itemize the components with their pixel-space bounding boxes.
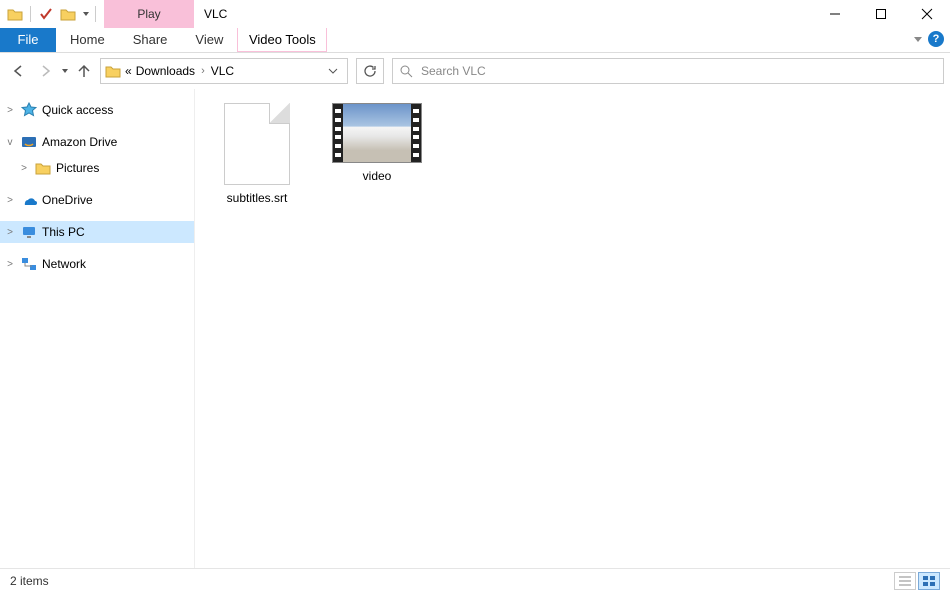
expander-icon[interactable]: > [4, 195, 16, 206]
folder-icon[interactable] [6, 5, 24, 23]
up-button[interactable] [72, 59, 96, 83]
quick-access-toolbar [0, 0, 104, 28]
expander-icon[interactable]: > [4, 105, 16, 116]
properties-icon[interactable] [37, 5, 55, 23]
file-name: subtitles.srt [227, 191, 288, 205]
back-button[interactable] [6, 59, 30, 83]
tree-item-pictures[interactable]: > Pictures [0, 157, 194, 179]
window-controls [812, 0, 950, 28]
view-mode-buttons [894, 572, 940, 590]
expander-icon[interactable]: > [4, 227, 16, 238]
cloud-icon [20, 192, 38, 208]
tree-item-this-pc[interactable]: > This PC [0, 221, 194, 243]
title-bar: Play VLC [0, 0, 950, 28]
star-icon [20, 102, 38, 118]
history-dropdown-icon[interactable] [62, 69, 68, 73]
tab-share[interactable]: Share [119, 28, 182, 52]
ribbon-collapse-icon[interactable] [914, 37, 922, 42]
expander-icon[interactable]: > [4, 259, 16, 270]
search-icon [399, 64, 413, 78]
file-name: video [363, 169, 392, 183]
breadcrumb-prefix: « [125, 64, 132, 78]
expander-icon[interactable]: v [4, 137, 16, 148]
qat-dropdown-icon[interactable] [83, 12, 89, 16]
tree-item-amazon-drive[interactable]: v Amazon Drive [0, 131, 194, 153]
tree-item-quick-access[interactable]: > Quick access [0, 99, 194, 121]
minimize-button[interactable] [812, 0, 858, 28]
tree-item-network[interactable]: > Network [0, 253, 194, 275]
new-folder-icon[interactable] [59, 5, 77, 23]
tree-label: This PC [42, 225, 85, 239]
file-tab[interactable]: File [0, 28, 56, 52]
icons-view-button[interactable] [918, 572, 940, 590]
forward-button[interactable] [34, 59, 58, 83]
separator [95, 6, 96, 22]
status-bar: 2 items [0, 568, 950, 592]
address-actions [323, 60, 343, 82]
close-button[interactable] [904, 0, 950, 28]
refresh-button[interactable] [356, 58, 384, 84]
chevron-right-icon[interactable]: › [201, 65, 205, 77]
drive-icon [20, 134, 38, 150]
document-icon [224, 103, 290, 185]
tree-label: OneDrive [42, 193, 93, 207]
tab-home[interactable]: Home [56, 28, 119, 52]
tab-view[interactable]: View [181, 28, 237, 52]
tree-label: Network [42, 257, 86, 271]
main-area: > Quick access v Amazon Drive > Pictures… [0, 89, 950, 568]
navigation-tree: > Quick access v Amazon Drive > Pictures… [0, 89, 195, 568]
help-icon[interactable]: ? [928, 31, 944, 47]
search-box[interactable] [392, 58, 944, 84]
file-item-video[interactable]: video [329, 103, 425, 183]
file-list[interactable]: subtitles.srt video [195, 89, 950, 568]
separator [30, 6, 31, 22]
ribbon-tabs: File Home Share View Video Tools ? [0, 28, 950, 53]
tree-item-onedrive[interactable]: > OneDrive [0, 189, 194, 211]
pc-icon [20, 224, 38, 240]
video-icon [332, 103, 422, 163]
tree-label: Amazon Drive [42, 135, 117, 149]
breadcrumb[interactable]: Downloads [136, 64, 195, 78]
folder-icon [34, 160, 52, 176]
status-text: 2 items [10, 574, 49, 588]
search-input[interactable] [419, 63, 937, 79]
address-box[interactable]: « Downloads › VLC [100, 58, 348, 84]
window-title: VLC [194, 0, 812, 28]
breadcrumb[interactable]: VLC [211, 64, 234, 78]
ribbon-right: ? [914, 31, 944, 47]
folder-icon [105, 64, 121, 78]
tab-video-tools[interactable]: Video Tools [237, 28, 327, 52]
maximize-button[interactable] [858, 0, 904, 28]
network-icon [20, 256, 38, 272]
expander-icon[interactable]: > [18, 163, 30, 174]
file-item-subtitles[interactable]: subtitles.srt [209, 103, 305, 205]
tree-label: Pictures [56, 161, 99, 175]
contextual-label: Play [104, 0, 194, 28]
address-bar: « Downloads › VLC [0, 53, 950, 89]
tree-label: Quick access [42, 103, 113, 117]
details-view-button[interactable] [894, 572, 916, 590]
address-dropdown-icon[interactable] [323, 60, 343, 82]
